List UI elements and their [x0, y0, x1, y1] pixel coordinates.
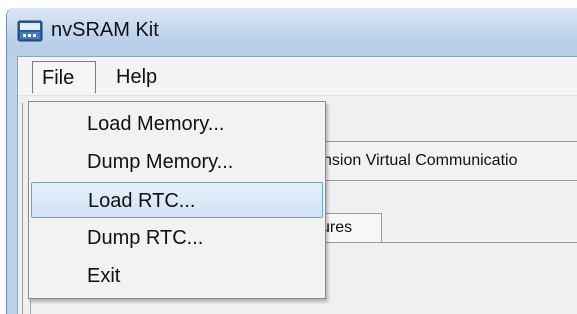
- window-title: nvSRAM Kit: [51, 19, 159, 41]
- menu-bar: File Help: [18, 57, 577, 96]
- tab-panel-border: [318, 242, 577, 243]
- menu-item-load-memory[interactable]: Load Memory...: [31, 106, 323, 142]
- menu-item-label: Load Memory...: [87, 113, 225, 135]
- menu-file[interactable]: File: [32, 61, 96, 93]
- menu-help[interactable]: Help: [106, 61, 176, 93]
- menu-item-label: Dump Memory...: [87, 151, 234, 173]
- connection-tab-label: nsion Virtual Communicatio: [323, 152, 518, 169]
- frame-border: [22, 103, 23, 314]
- menu-item-dump-rtc[interactable]: Dump RTC...: [31, 220, 323, 256]
- file-menu-dropdown: Load Memory... Dump Memory... Load RTC..…: [28, 101, 326, 299]
- menu-item-label: Load RTC...: [88, 190, 196, 212]
- title-bar[interactable]: nvSRAM Kit: [7, 8, 577, 54]
- menu-item-label: Dump RTC...: [87, 227, 204, 249]
- inner-frame-border: [30, 297, 31, 314]
- menu-item-load-rtc[interactable]: Load RTC...: [31, 182, 323, 218]
- app-icon: [17, 20, 43, 42]
- menu-item-exit[interactable]: Exit: [31, 258, 323, 294]
- connection-tab-strip[interactable]: nsion Virtual Communicatio: [318, 141, 577, 181]
- menu-item-dump-memory[interactable]: Dump Memory...: [31, 144, 323, 180]
- tab-features[interactable]: ures: [318, 213, 382, 243]
- menu-file-label: File: [42, 67, 75, 89]
- menu-item-label: Exit: [87, 265, 121, 287]
- menu-help-label: Help: [116, 66, 158, 88]
